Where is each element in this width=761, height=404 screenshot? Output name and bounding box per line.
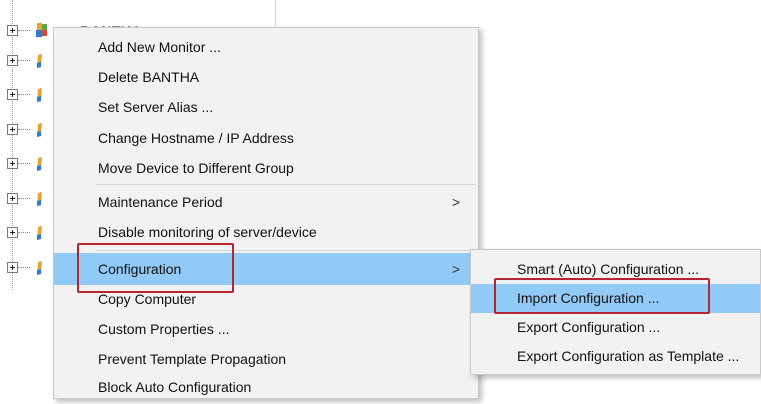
- monitor-server-icon: [36, 23, 47, 37]
- tree-dots: [18, 30, 30, 32]
- plus-expander-icon[interactable]: [7, 124, 18, 135]
- plus-expander-icon[interactable]: [7, 25, 18, 36]
- menu-item-disable-monitoring[interactable]: Disable monitoring of server/device: [54, 215, 478, 249]
- menu-separator: [96, 250, 476, 251]
- monitor-server-icon: [37, 88, 42, 102]
- menu-item-custom-properties[interactable]: Custom Properties ...: [54, 312, 478, 346]
- plus-expander-icon[interactable]: [7, 262, 18, 273]
- monitor-server-icon: [37, 192, 42, 206]
- tree-dots: [18, 198, 30, 200]
- monitor-server-icon: [37, 123, 42, 137]
- plus-expander-icon[interactable]: [7, 158, 18, 169]
- plus-expander-icon[interactable]: [7, 55, 18, 66]
- context-menu: Add New Monitor ... Delete BANTHA Set Se…: [53, 27, 479, 399]
- submenu-item-import-configuration[interactable]: Import Configuration ...: [471, 284, 760, 313]
- plus-expander-icon[interactable]: [7, 193, 18, 204]
- tree-connector-line: [12, 0, 14, 290]
- monitor-server-icon: [37, 261, 42, 275]
- submenu-item-export-configuration-template[interactable]: Export Configuration as Template ...: [471, 342, 760, 371]
- menu-item-add-new-monitor[interactable]: Add New Monitor ...: [54, 30, 478, 64]
- tree-dots: [18, 232, 30, 234]
- tree-dots: [18, 94, 30, 96]
- chevron-right-icon: >: [451, 194, 460, 210]
- tree-dots: [18, 163, 30, 165]
- menu-item-maintenance-period[interactable]: Maintenance Period >: [54, 185, 478, 219]
- plus-expander-icon[interactable]: [7, 89, 18, 100]
- menu-item-block-auto-configuration[interactable]: Block Auto Configuration: [54, 370, 478, 404]
- configuration-submenu: Smart (Auto) Configuration ... Import Co…: [470, 249, 761, 375]
- plus-expander-icon[interactable]: [7, 227, 18, 238]
- menu-item-change-hostname[interactable]: Change Hostname / IP Address: [54, 121, 478, 155]
- menu-item-label: Configuration: [98, 261, 182, 277]
- monitor-server-icon: [37, 157, 42, 171]
- monitor-server-icon: [37, 54, 42, 68]
- chevron-right-icon: >: [451, 261, 460, 277]
- menu-item-delete[interactable]: Delete BANTHA: [54, 60, 478, 94]
- menu-item-copy-computer[interactable]: Copy Computer: [54, 282, 478, 316]
- submenu-item-smart-configuration[interactable]: Smart (Auto) Configuration ...: [471, 255, 760, 284]
- tree-dots: [18, 129, 30, 131]
- menu-item-configuration[interactable]: Configuration >: [54, 253, 478, 285]
- menu-item-label: Maintenance Period: [98, 194, 223, 210]
- monitor-server-icon: [37, 226, 42, 240]
- menu-item-move-device[interactable]: Move Device to Different Group: [54, 151, 478, 185]
- tree-dots: [18, 60, 30, 62]
- submenu-item-export-configuration[interactable]: Export Configuration ...: [471, 313, 760, 342]
- menu-item-set-server-alias[interactable]: Set Server Alias ...: [54, 90, 478, 124]
- tree-dots: [18, 267, 30, 269]
